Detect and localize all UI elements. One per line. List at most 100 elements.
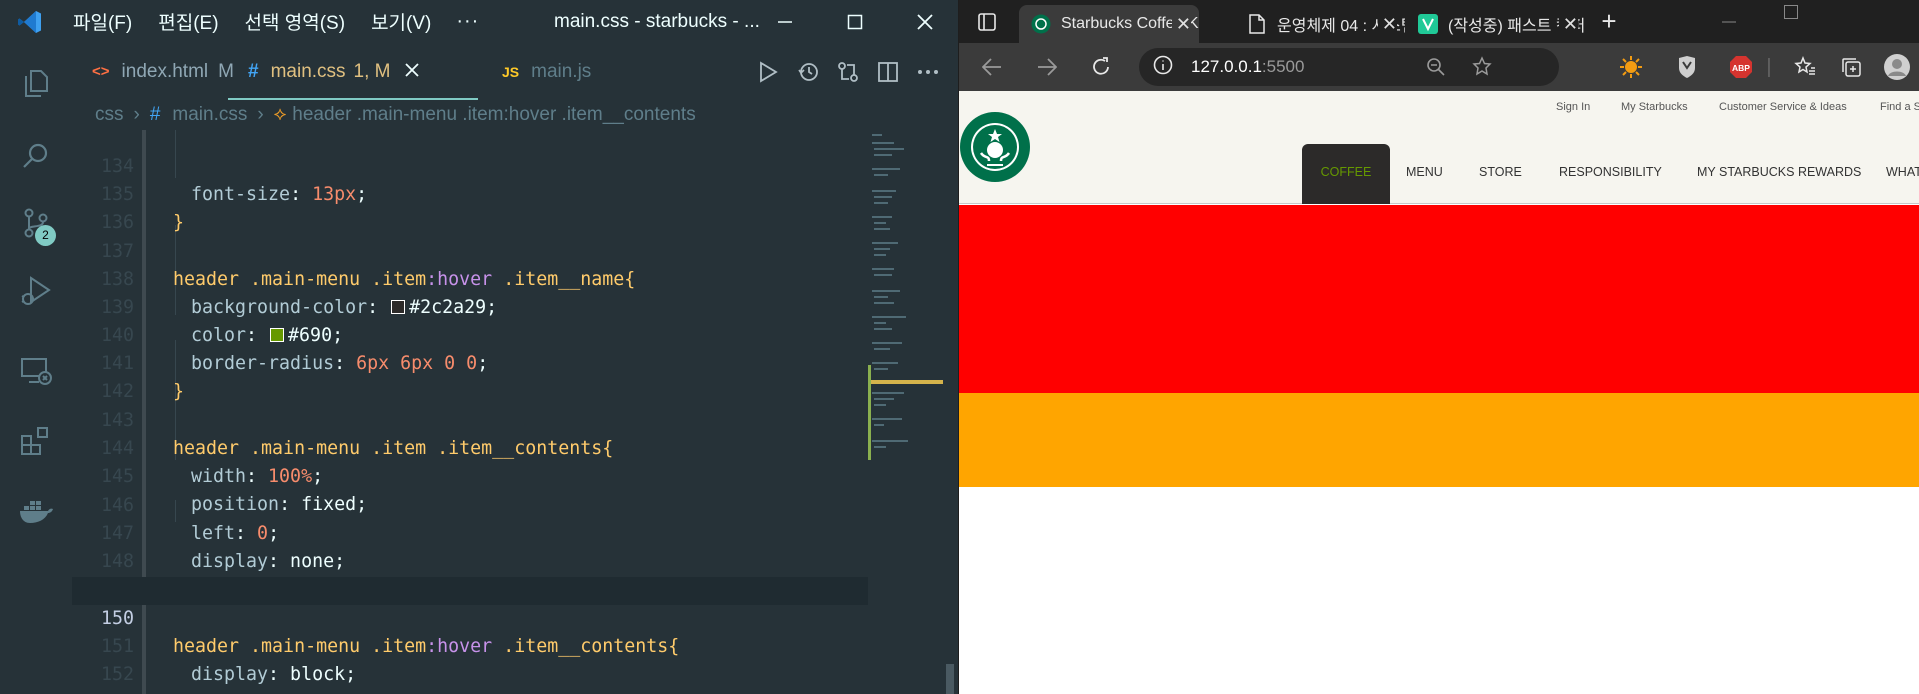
minimap[interactable]: [868, 130, 943, 694]
main-menu-responsibility[interactable]: RESPONSIBILITY: [1559, 144, 1662, 204]
source-control-icon[interactable]: 2: [0, 195, 72, 251]
vscode-logo-icon: [0, 0, 60, 43]
forward-icon[interactable]: [1027, 43, 1067, 91]
source-control-badge: 2: [35, 225, 56, 246]
browser-tab-os[interactable]: 운영체제 04 : 시스템 ✕: [1235, 5, 1405, 43]
code-line-150: 150 header .main-menu .item:hover .item_…: [72, 577, 868, 657]
main-menu-menu[interactable]: MENU: [1406, 144, 1443, 204]
docker-icon[interactable]: [0, 483, 72, 539]
title-bar: 파일(F) 편집(E) 선택 영역(S) 보기(V) ··· main.css …: [0, 0, 958, 43]
extensions-icon[interactable]: [0, 413, 72, 469]
vscode-window: 파일(F) 편집(E) 선택 영역(S) 보기(V) ··· main.css …: [0, 0, 958, 694]
code-line-148: 148 }: [100, 551, 184, 600]
close-tab-icon[interactable]: ✕: [1171, 14, 1191, 35]
info-icon[interactable]: [1153, 55, 1173, 80]
code-line-145: 145 position: fixed;: [100, 466, 368, 515]
adblock-icon[interactable]: ABP: [1721, 43, 1761, 91]
main-menu-whats-new[interactable]: WHAT'S NEW: [1886, 144, 1919, 204]
v-icon: [1418, 14, 1438, 34]
code-line-152: 152 }: [100, 664, 184, 694]
css-file-icon: #: [248, 60, 259, 82]
window-title: main.css - starbucks - ...: [554, 11, 760, 32]
sub-menu-sign-in[interactable]: Sign In: [1556, 101, 1590, 113]
css-file-icon: #: [149, 104, 161, 125]
tab-index-html[interactable]: <> index.html M: [92, 43, 234, 100]
editor-scrollbar[interactable]: [943, 130, 958, 694]
extension-shield-icon[interactable]: [1667, 43, 1707, 91]
code-line-140: 140 border-radius: 6px 6px 0 0;: [100, 325, 489, 374]
minimize-button[interactable]: [757, 0, 813, 43]
breadcrumb-file[interactable]: main.css: [172, 104, 247, 126]
code-line-143: 143 header .main-menu .item .item__conte…: [100, 410, 614, 459]
minimize-button[interactable]: [1709, 0, 1749, 43]
starbucks-logo[interactable]: [959, 111, 1031, 188]
chevron-right-icon: ›: [133, 104, 140, 125]
main-menu-coffee[interactable]: COFFEE: [1302, 144, 1390, 204]
content-section: [959, 393, 1919, 487]
extension-sun-icon[interactable]: [1611, 43, 1651, 91]
menu-file[interactable]: 파일(F): [60, 8, 145, 35]
editor-tabs: <> index.html M # main.css 1, M JS main.…: [72, 43, 958, 100]
code-line-135: 135 }: [100, 184, 185, 233]
browser-window: Starbucks Coffee Ko ✕ 운영체제 04 : 시스템 ✕ (작…: [959, 0, 1919, 694]
close-tab-icon[interactable]: [404, 61, 419, 83]
remote-explorer-icon[interactable]: [0, 343, 72, 399]
run-icon[interactable]: [748, 43, 788, 100]
collections-icon[interactable]: [1831, 43, 1871, 91]
url-port: :5500: [1261, 57, 1305, 76]
refresh-icon[interactable]: [1081, 43, 1121, 91]
code-line-141: 141 }: [100, 353, 185, 402]
code-line-146: 146 left: 0;: [100, 495, 280, 544]
split-editor-icon[interactable]: [868, 43, 908, 100]
tab-status: 1, M: [353, 60, 391, 82]
profile-avatar-icon[interactable]: [1877, 43, 1917, 91]
sub-menu-customer-service[interactable]: Customer Service & Ideas: [1719, 101, 1847, 113]
main-menu-rewards[interactable]: MY STARBUCKS REWARDS: [1697, 144, 1861, 204]
close-window-button[interactable]: [897, 0, 953, 43]
tab-label: main.css: [270, 60, 346, 82]
tab-label: index.html: [121, 60, 209, 82]
close-tab-icon[interactable]: ✕: [1377, 14, 1397, 35]
address-bar[interactable]: 127.0.0.1:5500: [1139, 48, 1559, 86]
add-favorite-icon[interactable]: [1472, 56, 1494, 83]
timeline-icon[interactable]: [788, 43, 828, 100]
tab-main-css[interactable]: # main.css 1, M: [228, 43, 478, 100]
scrollbar-thumb[interactable]: [946, 664, 954, 694]
browser-tab-starbucks[interactable]: Starbucks Coffee Ko ✕: [1019, 5, 1199, 43]
main-menu-store[interactable]: STORE: [1479, 144, 1522, 204]
breadcrumb-selector[interactable]: header .main-menu .item:hover .item__con…: [292, 104, 695, 126]
breadcrumb-folder[interactable]: css: [95, 104, 124, 126]
code-line-136: 136: [100, 212, 134, 233]
favorites-icon[interactable]: [1785, 43, 1825, 91]
open-changes-icon[interactable]: [828, 43, 868, 100]
maximize-button[interactable]: [1771, 0, 1811, 33]
explorer-icon[interactable]: [0, 55, 72, 111]
browser-tab-fastcampus[interactable]: (작성중) 패스트 캠퍼 ✕: [1406, 5, 1586, 43]
search-icon[interactable]: [0, 128, 72, 184]
tab-actions-icon[interactable]: [967, 0, 1007, 43]
code-line-137: 137 header .main-menu .item:hover .item_…: [100, 241, 636, 290]
sub-menu-my-starbucks[interactable]: My Starbucks: [1621, 101, 1688, 113]
back-icon[interactable]: [972, 43, 1012, 91]
tab-main-js[interactable]: JS main.js: [502, 43, 591, 100]
chevron-right-icon: ›: [257, 104, 264, 125]
zoom-icon[interactable]: [1426, 57, 1446, 82]
code-line-144: 144 width: 100%;: [100, 438, 324, 487]
code-line-153: 153: [72, 661, 868, 694]
html-file-icon: <>: [92, 63, 110, 80]
editor-actions: [748, 43, 948, 100]
more-actions-icon[interactable]: [908, 43, 948, 100]
code-line-151: 151 display: block;: [100, 636, 357, 685]
menu-more-button[interactable]: ···: [444, 10, 491, 33]
menu-selection[interactable]: 선택 영역(S): [232, 8, 359, 35]
new-tab-button[interactable]: +: [1589, 0, 1629, 43]
breadcrumb: css › # main.css › ⟡ header .main-menu .…: [72, 100, 958, 130]
maximize-button[interactable]: [827, 0, 883, 43]
menu-view[interactable]: 보기(V): [358, 8, 444, 35]
menu-edit[interactable]: 편집(E): [145, 8, 231, 35]
code-line-134: 134 font-size: 13px;: [100, 156, 368, 205]
code-editor[interactable]: 134 font-size: 13px; 135 } 136 137 heade…: [72, 130, 868, 694]
run-debug-icon[interactable]: [0, 263, 72, 319]
sub-menu-find-store[interactable]: Find a Store: [1880, 101, 1919, 113]
close-tab-icon[interactable]: ✕: [1558, 14, 1578, 35]
